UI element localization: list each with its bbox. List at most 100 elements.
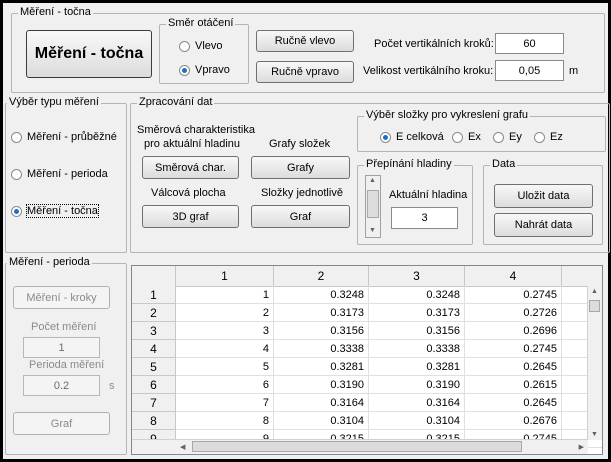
table-cell[interactable]: 1 [176,286,274,304]
pocet-mereni-input[interactable]: 1 [23,337,100,358]
rucne-vlevo-button[interactable]: Ručně vlevo [256,30,354,52]
table-cell[interactable]: 0.2696 [465,322,562,340]
table-cell[interactable]: 0.3248 [369,286,465,304]
column-header[interactable]: 2 [274,266,369,286]
table-cell[interactable]: 0.2745 [465,286,562,304]
radio-ez[interactable]: Ez [534,131,563,143]
grafy-slozek-label: Grafy složek [269,138,331,150]
column-header[interactable]: 3 [369,266,465,286]
column-header[interactable]: 1 [176,266,274,286]
radio-perioda[interactable]: Měření - perioda [11,168,108,180]
table-cell[interactable]: 0.3173 [369,304,465,322]
graf-button[interactable]: Graf [251,205,350,228]
perioda-graf-button[interactable]: Graf [13,412,110,435]
radio-ex[interactable]: Ex [452,131,481,143]
radio-dot [179,40,190,52]
table-cell[interactable]: 5 [176,358,274,376]
radio-label: Měření - průběžné [27,131,117,143]
table-cell[interactable]: 0.2615 [465,376,562,394]
row-header[interactable]: 4 [132,340,176,358]
3d-graf-button[interactable]: 3D graf [142,205,239,228]
radio-label: Ez [550,131,563,143]
scroll-up-icon[interactable]: ▲ [591,288,598,295]
row-header[interactable]: 6 [132,376,176,394]
unit-label: m [569,65,579,77]
scroll-left-icon[interactable]: ◀ [180,443,185,451]
scroll-thumb[interactable] [367,190,379,218]
perioda-mereni-input[interactable]: 0.2 [23,375,100,396]
group-title: Přepínání hladiny [364,158,454,170]
scroll-down-icon[interactable]: ▼ [369,227,376,234]
group-title: Výběr typu měření [7,96,101,108]
table-cell[interactable]: 0.3248 [274,286,369,304]
scroll-thumb[interactable] [589,300,600,312]
mereni-kroky-button[interactable]: Měření - kroky [13,286,110,309]
radio-tocna[interactable]: Měření - točna [11,204,99,218]
table-cell[interactable]: 0.2676 [465,412,562,430]
table-cell[interactable]: 2 [176,304,274,322]
mereni-tocna-button[interactable]: Měření - točna [26,30,152,78]
table-cell[interactable]: 0.2645 [465,358,562,376]
table-cell[interactable]: 0.3156 [274,322,369,340]
scroll-thumb[interactable] [192,441,522,452]
perioda-unit-label: s [109,380,115,392]
smerova-char-button[interactable]: Směrová char. [142,156,239,179]
ulozit-data-button[interactable]: Uložit data [494,184,593,208]
data-table[interactable]: 123456 110.32480.32480.27450.0519220.317… [131,265,603,455]
radio-vpravo[interactable]: Vpravo [179,64,230,76]
table-cell[interactable]: 0.3281 [369,358,465,376]
radio-dot [534,131,545,143]
scroll-up-icon[interactable]: ▲ [369,177,376,184]
radio-label: Měření - točna [26,204,99,218]
table-cell[interactable]: 4 [176,340,274,358]
scroll-down-icon[interactable]: ▼ [591,431,598,438]
row-header[interactable]: 2 [132,304,176,322]
table-cell[interactable]: 0.3164 [369,394,465,412]
table-cell[interactable]: 0.3164 [274,394,369,412]
table-cell[interactable]: 0.3173 [274,304,369,322]
row-header[interactable]: 7 [132,394,176,412]
column-header[interactable]: 4 [465,266,562,286]
grafy-button[interactable]: Grafy [251,156,350,179]
table-cell[interactable]: 7 [176,394,274,412]
table-cell[interactable]: 0.3190 [274,376,369,394]
radio-prubezne[interactable]: Měření - průběžné [11,131,117,143]
smerova-label: Směrová charakteristika [137,124,255,136]
table-cell[interactable]: 0.3338 [369,340,465,358]
table-cell[interactable]: 0.3104 [369,412,465,430]
table-cell[interactable]: 0.2645 [465,394,562,412]
table-cell[interactable]: 0.3190 [369,376,465,394]
table-cell[interactable]: 3 [176,322,274,340]
table-cell[interactable]: 0.2726 [465,304,562,322]
row-header[interactable]: 8 [132,412,176,430]
aktualni-hladina-input[interactable]: 3 [391,207,458,229]
table-cell[interactable]: 0.3104 [274,412,369,430]
radio-dot [380,131,391,143]
rucne-vpravo-button[interactable]: Ručně vpravo [256,61,354,83]
radio-ey[interactable]: Ey [493,131,522,143]
valcova-label: Válcová plocha [151,187,226,199]
smerova-label-2: pro aktuální hladinu [144,138,241,150]
table-cell[interactable]: 8 [176,412,274,430]
velikost-kroku-input[interactable]: 0,05 [495,60,564,81]
row-header[interactable]: 1 [132,286,176,304]
table-cell[interactable]: 0.2745 [465,340,562,358]
nahrat-data-button[interactable]: Nahrát data [494,213,593,237]
hladina-scrollbar[interactable]: ▲ ▼ [365,175,381,238]
table-horizontal-scrollbar[interactable]: ◀ ▶ [132,439,588,454]
table-cell[interactable]: 0.3281 [274,358,369,376]
column-header[interactable]: 5 [562,266,602,286]
radio-label: E celková [396,131,444,143]
table-cell[interactable]: 0.3338 [274,340,369,358]
table-cell[interactable]: 0.3156 [369,322,465,340]
row-header[interactable]: 3 [132,322,176,340]
row-header[interactable]: 5 [132,358,176,376]
table-vertical-scrollbar[interactable]: ▲ ▼ [587,286,602,440]
table-cell[interactable]: 6 [176,376,274,394]
pocet-kroku-input[interactable]: 60 [495,33,564,54]
group-title: Výběr složky pro vykreslení grafu [364,109,531,121]
radio-label: Měření - perioda [27,168,108,180]
scroll-right-icon[interactable]: ▶ [579,443,584,451]
radio-e-celkova[interactable]: E celková [380,131,444,143]
radio-vlevo[interactable]: Vlevo [179,40,223,52]
